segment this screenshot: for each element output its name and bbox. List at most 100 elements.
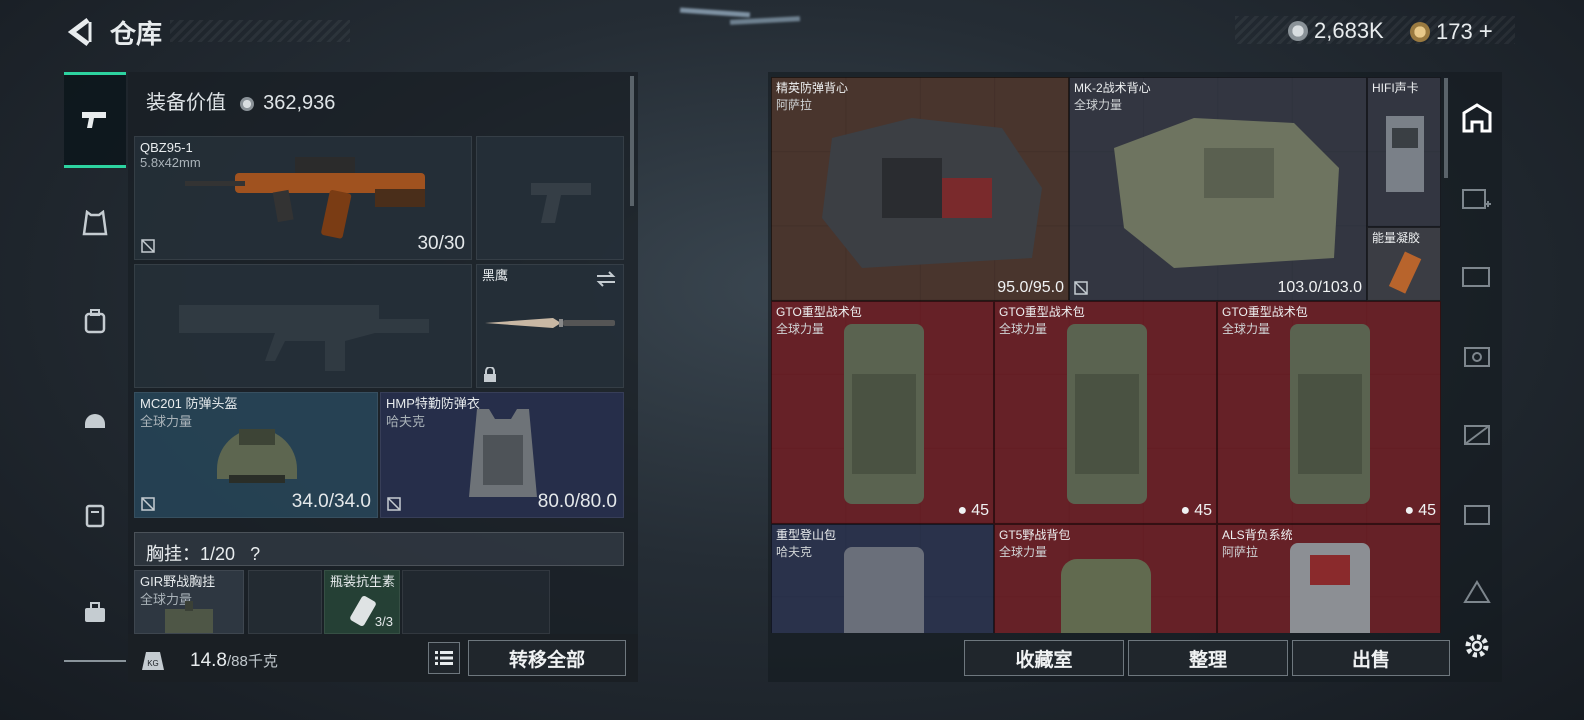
stash-item[interactable]: GTO重型战术包 全球力量 ● 45 <box>771 301 994 524</box>
stash-scrollbar[interactable] <box>1444 78 1448 178</box>
stash-item[interactable]: MK-2战术背心 全球力量 103.0/103.0 <box>1069 77 1367 301</box>
item-name: 重型登山包 <box>776 528 837 542</box>
swap-icon[interactable] <box>595 271 617 287</box>
rig-item-slot[interactable]: GIR野战胸挂 全球力量 <box>134 570 244 634</box>
nav-helmet[interactable] <box>64 388 126 450</box>
help-icon[interactable]: ? <box>250 544 260 564</box>
no-repair-icon <box>141 239 155 253</box>
no-repair-icon <box>1074 281 1088 295</box>
backpack-icon <box>84 309 106 334</box>
collection-button[interactable]: 收藏室 <box>964 640 1124 676</box>
nav-weapons[interactable] <box>64 72 126 168</box>
gear-icon <box>1465 634 1489 658</box>
no-repair-icon <box>387 497 401 511</box>
armor-durability: 80.0/80.0 <box>537 491 617 512</box>
weight-readout: 14.8/88千克 <box>190 650 278 672</box>
page-title: 仓库 <box>110 19 163 49</box>
ceiling-light <box>679 7 751 18</box>
nav-divider <box>64 660 126 662</box>
equipment-value: 装备价值 362,936 <box>146 86 335 115</box>
item-brand: 全球力量 <box>1222 322 1271 336</box>
chest-rig-label: 胸挂：1/20 ? <box>146 540 260 566</box>
item-name: 精英防弹背心 <box>776 81 849 95</box>
nav-armor[interactable] <box>64 192 126 254</box>
tab-storage-4a[interactable] <box>1455 178 1499 218</box>
stash-item[interactable]: 重型登山包 哈夫克 <box>771 524 994 633</box>
tab-storage-3[interactable] <box>1455 414 1499 454</box>
tab-storage-4b[interactable] <box>1455 256 1499 296</box>
list-view-button[interactable] <box>428 642 460 674</box>
sort-button[interactable]: 整理 <box>1128 640 1288 676</box>
weight-icon-badge: KG <box>147 659 159 668</box>
back-arrow-icon[interactable] <box>64 16 96 48</box>
title-stripe <box>170 20 350 42</box>
item-name: HIFI声卡 <box>1372 81 1419 95</box>
knife-image <box>485 318 615 328</box>
toolbox-icon <box>85 602 105 622</box>
rig-empty-slot[interactable] <box>402 570 550 634</box>
primary-weapon-slot[interactable]: QBZ95-1 5.8x42mm 30/30 <box>134 136 472 260</box>
ceiling-light <box>729 16 801 25</box>
rifle-image <box>185 157 425 239</box>
weight-icon: KG <box>142 652 164 670</box>
sound-card-image <box>1386 116 1424 192</box>
home-icon <box>1462 103 1492 133</box>
backpack-image <box>1061 559 1151 633</box>
rig-empty-slot[interactable] <box>248 570 322 634</box>
stash-item[interactable]: GT5野战背包 全球力量 <box>994 524 1217 633</box>
armor-slot[interactable]: HMP特勤防弹衣 哈夫克 80.0/80.0 <box>380 392 624 518</box>
no-repair-icon <box>141 497 155 511</box>
stash-item[interactable]: ALS背负系统 阿萨拉 <box>1217 524 1441 633</box>
tab-stash-home[interactable] <box>1455 98 1499 138</box>
coin-balance: 2,683K <box>1288 18 1384 44</box>
stash-item[interactable]: GTO重型战术包 全球力量 ● 45 <box>1217 301 1441 524</box>
backpack-image <box>1290 543 1370 633</box>
secondary-weapon-slot[interactable] <box>134 264 472 388</box>
storage-folder-icon <box>1462 267 1490 287</box>
capacity-value: 45 <box>971 502 989 519</box>
capacity-value: 45 <box>1194 502 1212 519</box>
melee-slot[interactable]: 黑鹰 <box>476 264 624 388</box>
item-brand: 全球力量 <box>999 545 1048 559</box>
add-icon[interactable]: + <box>1479 18 1493 46</box>
rig-content-name: 瓶装抗生素 <box>330 574 396 589</box>
item-capacity: ● 45 <box>1405 502 1436 520</box>
settings-button[interactable] <box>1455 626 1499 666</box>
nav-bags[interactable] <box>64 290 126 352</box>
stash-grid: 精英防弹背心 阿萨拉 95.0/95.0 MK-2战术背心 全球力量 103.0… <box>771 77 1441 633</box>
weight-value: 14.8 <box>190 650 227 671</box>
nav-tools[interactable] <box>64 582 126 644</box>
weight-max: /88千克 <box>226 653 278 670</box>
list-icon <box>435 651 453 665</box>
equipment-value-label: 装备价值 <box>146 92 226 114</box>
stash-item[interactable]: 精英防弹背心 阿萨拉 95.0/95.0 <box>771 77 1069 301</box>
coin-icon <box>239 96 254 111</box>
stash-item[interactable]: GTO重型战术包 全球力量 ● 45 <box>994 301 1217 524</box>
helmet-slot[interactable]: MC201 防弹头盔 全球力量 34.0/34.0 <box>134 392 378 518</box>
chest-rig-image <box>165 601 213 633</box>
token-balance[interactable]: 173 + <box>1410 18 1493 46</box>
transfer-all-button[interactable]: 转移全部 <box>468 640 626 676</box>
rig-content-slot[interactable]: 瓶装抗生素 3/3 <box>324 570 400 634</box>
nav-case[interactable] <box>64 484 126 546</box>
chest-rig-capacity: 胸挂：1/20 <box>146 544 236 564</box>
armor-image <box>469 409 537 497</box>
stash-item[interactable]: HIFI声卡 <box>1367 77 1441 227</box>
helmet-brand: 全球力量 <box>140 414 193 429</box>
capacity-icon: ● <box>1180 502 1191 519</box>
sell-button[interactable]: 出售 <box>1292 640 1450 676</box>
storage-case-icon <box>1464 347 1490 367</box>
sidearm-slot[interactable] <box>476 136 624 260</box>
vest-icon <box>82 210 108 236</box>
rifle-silhouette-icon <box>179 305 429 371</box>
loadout-scrollbar[interactable] <box>630 76 634 206</box>
item-durability: 103.0/103.0 <box>1277 279 1362 296</box>
tab-storage-5[interactable] <box>1455 336 1499 376</box>
vest-image <box>822 118 1042 268</box>
stash-item[interactable]: 能量凝胶 <box>1367 227 1441 301</box>
coin-amount: 2,683K <box>1314 18 1384 43</box>
backpack-image <box>1067 324 1147 504</box>
tab-storage-4c[interactable] <box>1455 494 1499 534</box>
item-brand: 阿萨拉 <box>1222 545 1259 559</box>
tab-storage-3b[interactable] <box>1455 572 1499 612</box>
